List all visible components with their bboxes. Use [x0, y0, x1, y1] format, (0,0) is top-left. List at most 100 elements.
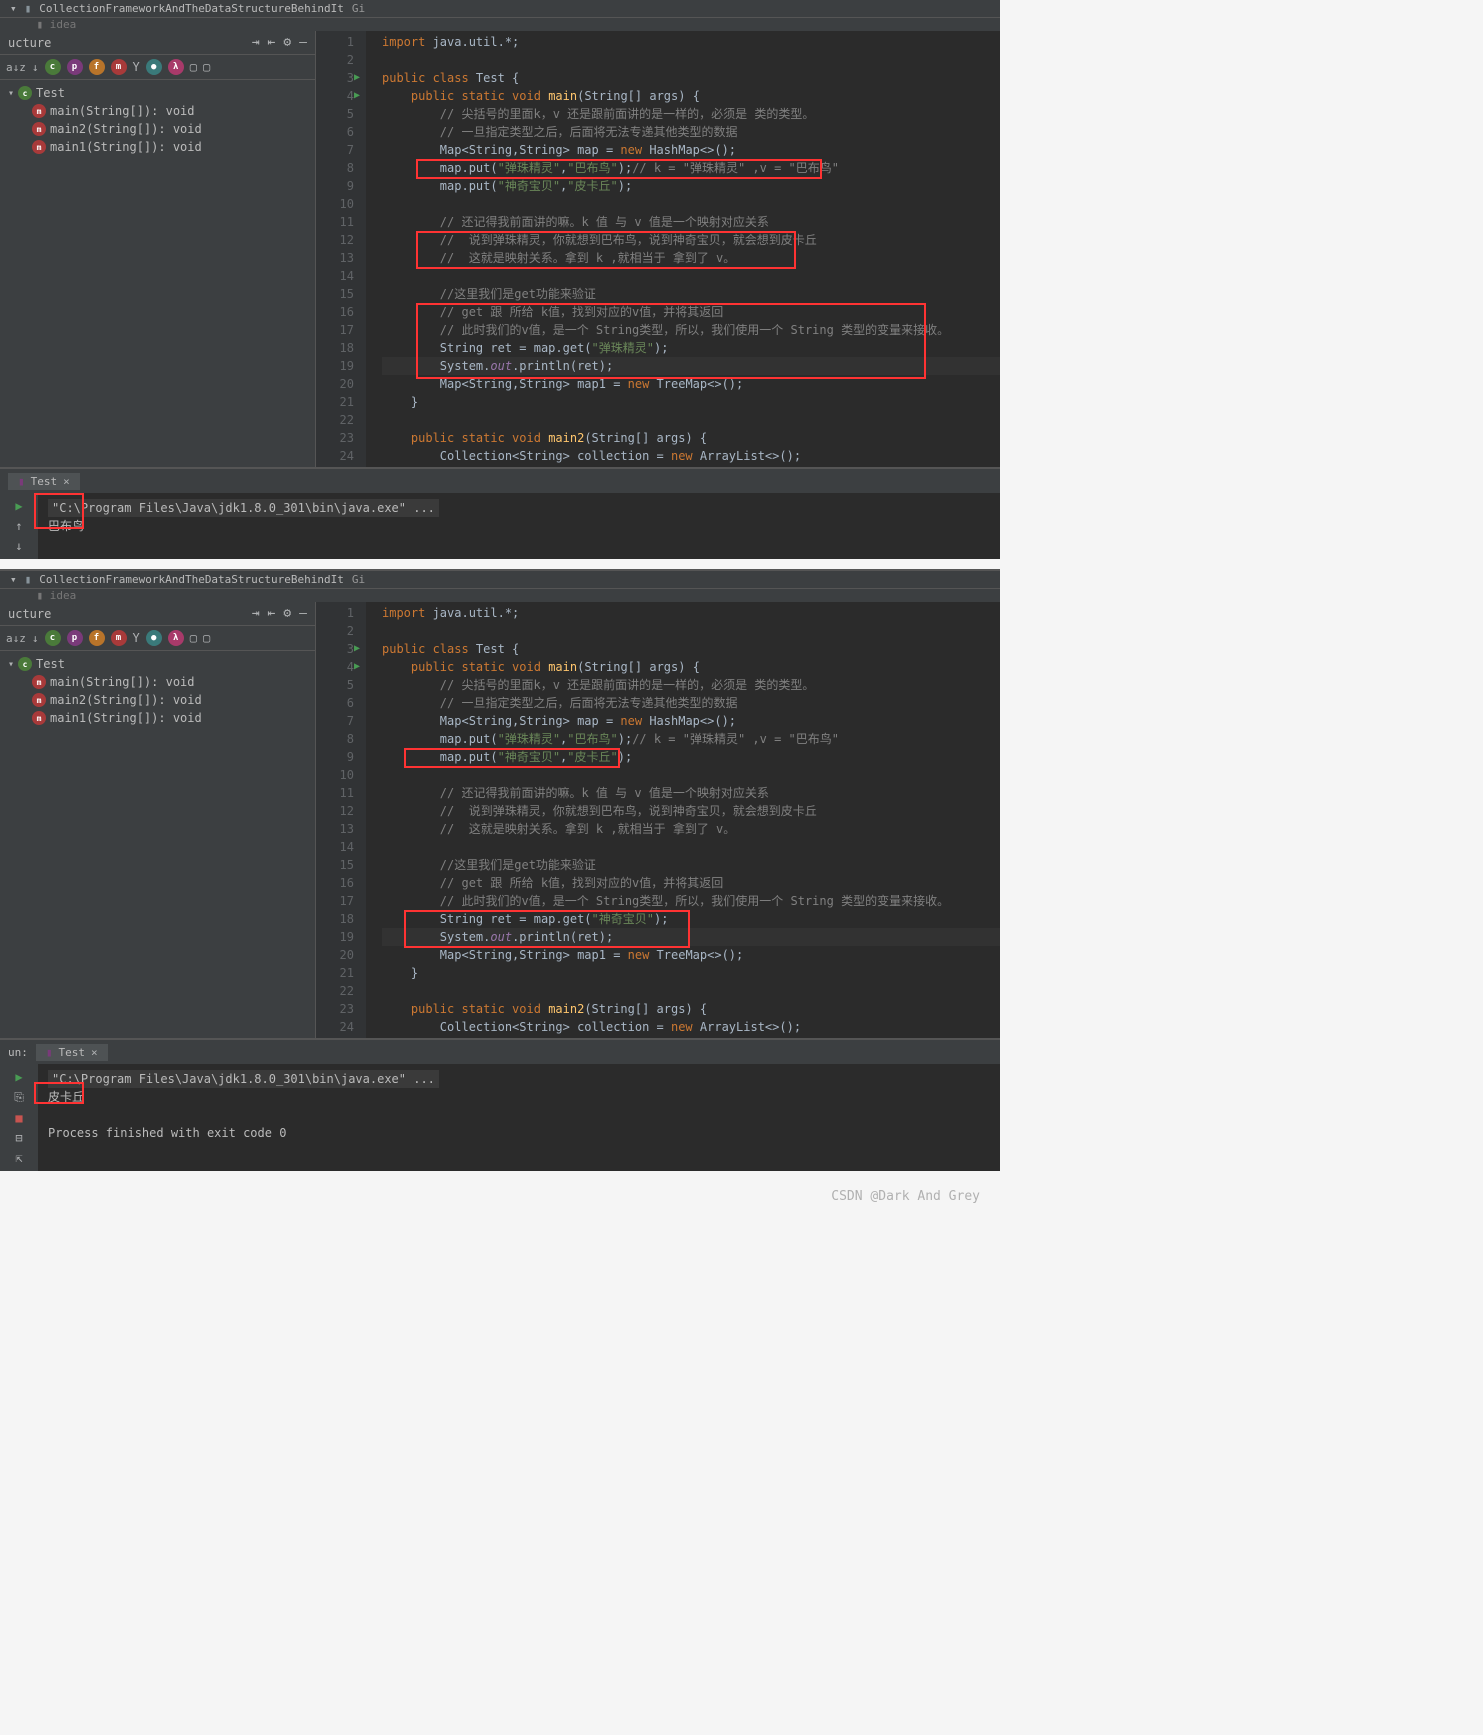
- structure-title: ucture: [8, 36, 51, 50]
- minimize-icon[interactable]: —: [299, 606, 307, 621]
- console-output[interactable]: "C:\Program Files\Java\jdk1.8.0_301\bin\…: [38, 493, 1000, 559]
- tree-method-item[interactable]: m main1(String[]): void: [0, 138, 315, 156]
- filter-box1-icon[interactable]: ▢: [190, 60, 197, 74]
- tree-method-item[interactable]: m main2(String[]): void: [0, 120, 315, 138]
- structure-tree: ▾ c Test m main(String[]): void m main2(…: [0, 80, 315, 160]
- expand-icon[interactable]: ⇤: [268, 35, 276, 50]
- filter-i-icon[interactable]: ●: [146, 59, 162, 75]
- console-tab[interactable]: ▮ Test ×: [36, 1044, 108, 1061]
- console-toolbar: ▶ ↑ ↓: [0, 493, 38, 559]
- sub-breadcrumb: ▮ idea: [0, 18, 1000, 31]
- filter-p-icon[interactable]: p: [67, 630, 83, 646]
- filter-m-icon[interactable]: m: [111, 59, 127, 75]
- filter-a-icon[interactable]: λ: [168, 630, 184, 646]
- filter-f-icon[interactable]: f: [89, 630, 105, 646]
- sort-icon[interactable]: a↓z: [6, 61, 26, 74]
- close-icon[interactable]: ×: [63, 475, 70, 488]
- structure-panel: ucture ⇥ ⇤ ⚙ — a↓z ↓ c p f m Y ● λ ▢ ▢: [0, 602, 316, 1038]
- close-icon[interactable]: ×: [91, 1046, 98, 1059]
- structure-toolbar: a↓z ↓ c p f m Y ● λ ▢ ▢: [0, 55, 315, 80]
- gear-icon[interactable]: ⚙: [283, 606, 291, 621]
- structure-panel: ucture ⇥ ⇤ ⚙ — a↓z ↓ c p f m Y ● λ ▢ ▢: [0, 31, 316, 467]
- console-finished: Process finished with exit code 0: [48, 1124, 990, 1142]
- rerun-icon[interactable]: ▶: [15, 499, 22, 513]
- class-icon: c: [18, 86, 32, 100]
- gear-icon[interactable]: ⚙: [283, 35, 291, 50]
- stop-icon[interactable]: ■: [15, 1111, 22, 1125]
- console-toolbar: ▶ ⎘ ■ ⊟ ⇱: [0, 1064, 38, 1171]
- folder-icon: ▮: [37, 589, 44, 602]
- filter-m-icon[interactable]: m: [111, 630, 127, 646]
- stop-icon[interactable]: ↑: [15, 519, 22, 533]
- test-icon: ▮: [18, 475, 25, 488]
- collapse-icon[interactable]: ⇥: [252, 35, 260, 50]
- method-icon: m: [32, 104, 46, 118]
- console-cmd: "C:\Program Files\Java\jdk1.8.0_301\bin\…: [48, 1070, 439, 1088]
- folder-icon: ▮: [25, 2, 32, 15]
- filter-y-icon[interactable]: Y: [133, 60, 140, 74]
- method-icon: m: [32, 140, 46, 154]
- attach-icon[interactable]: ⎘: [14, 1090, 24, 1105]
- project-name[interactable]: CollectionFrameworkAndTheDataStructureBe…: [39, 573, 344, 586]
- code-editor[interactable]: 123▶4▶5678910111213141516171819202122232…: [316, 31, 1000, 467]
- layout-icon[interactable]: ⊟: [15, 1131, 22, 1145]
- filter-f-icon[interactable]: f: [89, 59, 105, 75]
- watermark: CSDN @Dark And Grey: [0, 1181, 1000, 1212]
- project-name[interactable]: CollectionFrameworkAndTheDataStructureBe…: [39, 2, 344, 15]
- code-area[interactable]: import java.util.*;public class Test { p…: [366, 602, 1000, 1038]
- filter-box2-icon[interactable]: ▢: [203, 60, 210, 74]
- tree-method-item[interactable]: m main(String[]): void: [0, 673, 315, 691]
- tree-class-item[interactable]: ▾ c Test: [0, 84, 315, 102]
- filter-a-icon[interactable]: λ: [168, 59, 184, 75]
- chevron-down-icon[interactable]: ▾: [8, 659, 14, 670]
- tree-method-item[interactable]: m main1(String[]): void: [0, 709, 315, 727]
- tree-class-item[interactable]: ▾ c Test: [0, 655, 315, 673]
- filter-p-icon[interactable]: p: [67, 59, 83, 75]
- chevron-down-icon[interactable]: ▾: [8, 88, 14, 99]
- rerun-icon[interactable]: ▶: [15, 1070, 22, 1084]
- structure-title: ucture: [8, 607, 51, 621]
- breadcrumb-bar: ▾ ▮ CollectionFrameworkAndTheDataStructu…: [0, 569, 1000, 589]
- down-icon[interactable]: ↓: [15, 539, 22, 553]
- sort2-icon[interactable]: ↓: [32, 61, 39, 74]
- method-icon: m: [32, 711, 46, 725]
- filter-box1-icon[interactable]: ▢: [190, 631, 197, 645]
- tree-method-item[interactable]: m main2(String[]): void: [0, 691, 315, 709]
- test-icon: ▮: [46, 1046, 53, 1059]
- sort2-icon[interactable]: ↓: [32, 632, 39, 645]
- filter-class-icon[interactable]: c: [45, 59, 61, 75]
- export-icon[interactable]: ⇱: [15, 1151, 22, 1165]
- folder-icon: ▮: [25, 573, 32, 586]
- class-icon: c: [18, 657, 32, 671]
- filter-i-icon[interactable]: ●: [146, 630, 162, 646]
- console-tab[interactable]: ▮ Test ×: [8, 473, 80, 490]
- run-console: un: ▮ Test × ▶ ⎘ ■ ⊟ ⇱ "C:\Program Files…: [0, 1038, 1000, 1171]
- chevron-icon: ▾: [10, 573, 17, 586]
- run-label: un:: [8, 1046, 28, 1059]
- ide-window-1: ▾ ▮ CollectionFrameworkAndTheDataStructu…: [0, 0, 1000, 559]
- console-result: 皮卡丘: [48, 1088, 990, 1106]
- breadcrumb-bar: ▾ ▮ CollectionFrameworkAndTheDataStructu…: [0, 0, 1000, 18]
- code-editor[interactable]: 123▶4▶5678910111213141516171819202122232…: [316, 602, 1000, 1038]
- minimize-icon[interactable]: —: [299, 35, 307, 50]
- method-icon: m: [32, 693, 46, 707]
- code-area[interactable]: import java.util.*;public class Test { p…: [366, 31, 1000, 467]
- console-output[interactable]: "C:\Program Files\Java\jdk1.8.0_301\bin\…: [38, 1064, 1000, 1171]
- filter-y-icon[interactable]: Y: [133, 631, 140, 645]
- sub-breadcrumb: ▮ idea: [0, 589, 1000, 602]
- expand-icon[interactable]: ⇤: [268, 606, 276, 621]
- tree-method-item[interactable]: m main(String[]): void: [0, 102, 315, 120]
- collapse-icon[interactable]: ⇥: [252, 606, 260, 621]
- method-icon: m: [32, 675, 46, 689]
- method-icon: m: [32, 122, 46, 136]
- chevron-icon: ▾: [10, 2, 17, 15]
- line-gutter: 123▶4▶5678910111213141516171819202122232…: [316, 602, 366, 1038]
- sort-icon[interactable]: a↓z: [6, 632, 26, 645]
- structure-tree: ▾ c Test m main(String[]): void m main2(…: [0, 651, 315, 731]
- git-label: Gi: [352, 573, 365, 586]
- console-cmd: "C:\Program Files\Java\jdk1.8.0_301\bin\…: [48, 499, 439, 517]
- run-console: ▮ Test × ▶ ↑ ↓ "C:\Program Files\Java\jd…: [0, 467, 1000, 559]
- ide-window-2: ▾ ▮ CollectionFrameworkAndTheDataStructu…: [0, 569, 1000, 1171]
- filter-class-icon[interactable]: c: [45, 630, 61, 646]
- filter-box2-icon[interactable]: ▢: [203, 631, 210, 645]
